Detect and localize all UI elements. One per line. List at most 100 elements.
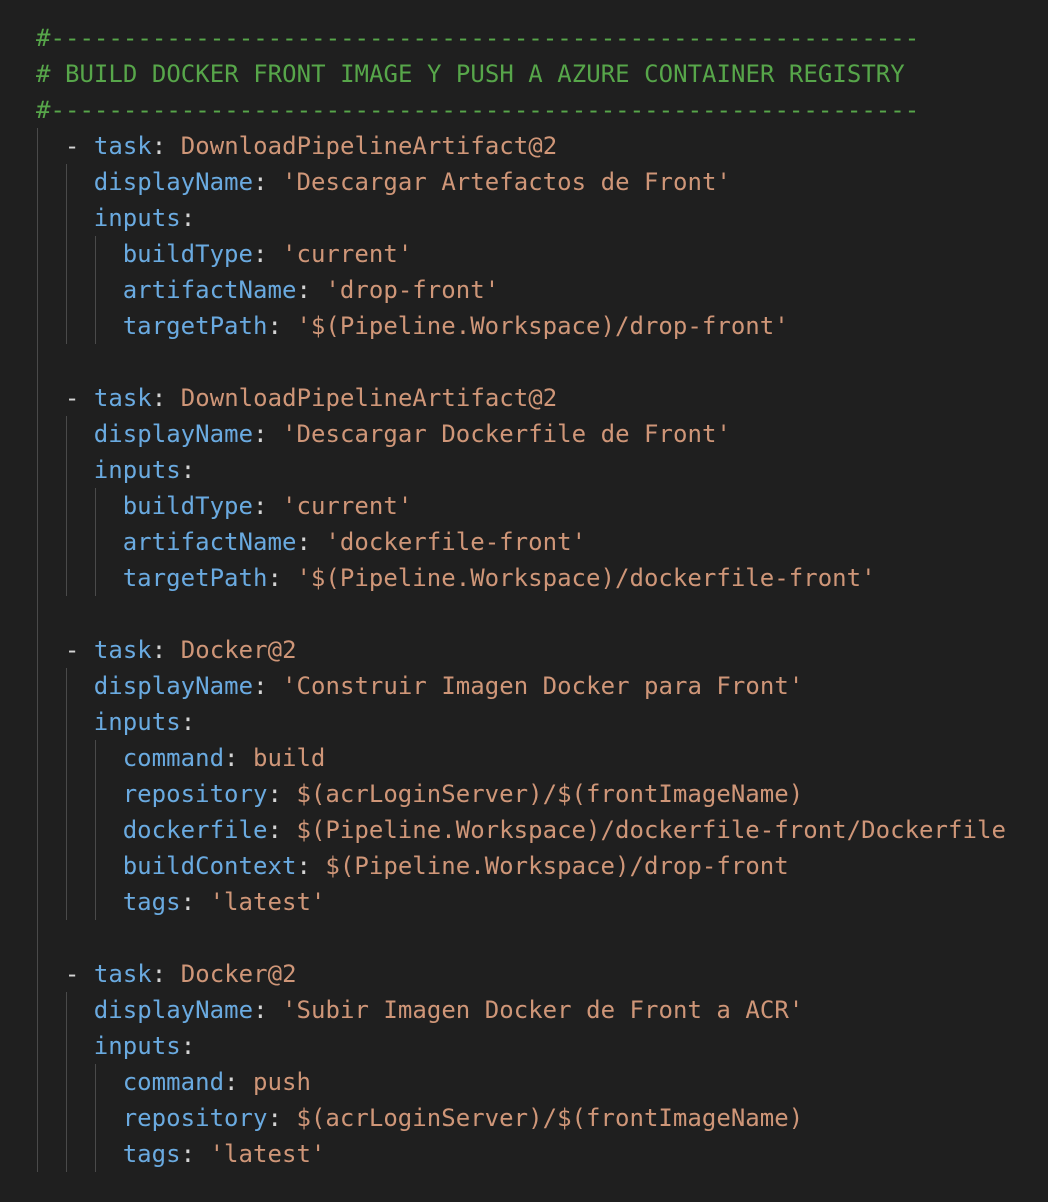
code-token-pun: :	[180, 1140, 210, 1168]
code-token-str: push	[253, 1068, 311, 1096]
code-token-pun: :	[267, 564, 297, 592]
code-token-str: 'Construir Imagen Docker para Front'	[282, 672, 804, 700]
code-token-pun: :	[180, 888, 210, 916]
code-token-pun: :	[151, 960, 181, 988]
code-token-key: task	[93, 132, 152, 160]
code-token-key: tags	[122, 1140, 181, 1168]
code-line[interactable]: targetPath: '$(Pipeline.Workspace)/drop-…	[123, 308, 789, 344]
indent-guide	[94, 236, 96, 344]
code-token-pun: :	[267, 312, 297, 340]
indent-guide	[37, 128, 38, 1172]
code-token-key: tags	[122, 888, 181, 916]
code-token-pun: :	[151, 636, 181, 664]
code-token-key: buildContext	[122, 852, 297, 880]
code-line[interactable]: - task: Docker@2	[65, 956, 297, 992]
code-line[interactable]: - task: DownloadPipelineArtifact@2	[65, 128, 557, 164]
code-token-pun: :	[180, 204, 196, 232]
code-line[interactable]: dockerfile: $(Pipeline.Workspace)/docker…	[123, 812, 1006, 848]
code-token-key: displayName	[93, 672, 254, 700]
code-token-str: Docker@2	[180, 636, 297, 664]
code-token-pun: :	[267, 816, 297, 844]
code-line[interactable]: inputs:	[94, 452, 195, 488]
code-line[interactable]: #---------------------------------------…	[36, 92, 919, 128]
code-line[interactable]: displayName: 'Descargar Dockerfile de Fr…	[94, 416, 731, 452]
indent-guide	[94, 740, 96, 920]
code-token-cmt: # BUILD DOCKER FRONT IMAGE Y PUSH A AZUR…	[36, 60, 905, 88]
code-token-key: displayName	[93, 168, 254, 196]
code-token-str: Docker@2	[180, 960, 297, 988]
code-line[interactable]: displayName: 'Subir Imagen Docker de Fro…	[94, 992, 804, 1028]
code-token-pun: :	[253, 420, 283, 448]
code-token-str: $(acrLoginServer)/$(frontImageName)	[296, 1104, 804, 1132]
code-token-key: repository	[122, 780, 268, 808]
code-token-str: 'latest'	[209, 1140, 326, 1168]
code-line[interactable]: displayName: 'Construir Imagen Docker pa…	[94, 668, 804, 704]
code-line[interactable]: command: push	[123, 1064, 311, 1100]
code-token-pun: -	[64, 132, 94, 160]
code-token-pun: :	[151, 132, 181, 160]
indent-guide	[65, 668, 67, 920]
code-line[interactable]: - task: Docker@2	[65, 632, 297, 668]
code-token-key: artifactName	[122, 276, 297, 304]
code-token-pun: :	[180, 1032, 196, 1060]
code-token-key: task	[93, 960, 152, 988]
code-line[interactable]: inputs:	[94, 704, 195, 740]
code-token-str: 'Descargar Artefactos de Front'	[282, 168, 731, 196]
code-token-str: 'current'	[281, 240, 413, 268]
code-line[interactable]: - task: DownloadPipelineArtifact@2	[65, 380, 557, 416]
code-line[interactable]: inputs:	[94, 200, 195, 236]
code-line[interactable]: artifactName: 'dockerfile-front'	[123, 524, 586, 560]
code-token-key: targetPath	[122, 312, 268, 340]
code-line[interactable]: tags: 'latest'	[123, 1136, 326, 1172]
indent-guide	[65, 992, 67, 1172]
code-token-key: inputs	[93, 708, 181, 736]
code-token-key: command	[122, 1068, 225, 1096]
code-token-key: displayName	[93, 996, 254, 1024]
code-line[interactable]: repository: $(acrLoginServer)/$(frontIma…	[123, 776, 804, 812]
code-line[interactable]: displayName: 'Descargar Artefactos de Fr…	[94, 164, 731, 200]
code-line[interactable]: #---------------------------------------…	[36, 20, 919, 56]
code-token-pun: :	[253, 168, 283, 196]
indent-guide	[65, 416, 67, 596]
code-token-str: 'dockerfile-front'	[325, 528, 587, 556]
code-token-key: task	[93, 384, 152, 412]
code-line[interactable]: command: build	[123, 740, 326, 776]
code-token-str: '$(Pipeline.Workspace)/drop-front'	[296, 312, 789, 340]
code-token-str: 'Descargar Dockerfile de Front'	[282, 420, 731, 448]
code-line[interactable]: # BUILD DOCKER FRONT IMAGE Y PUSH A AZUR…	[36, 56, 905, 92]
code-token-cmt: #---------------------------------------…	[36, 24, 920, 52]
code-token-pun: :	[180, 456, 196, 484]
code-token-pun: :	[296, 528, 326, 556]
code-token-cmt: #---------------------------------------…	[36, 96, 920, 124]
code-token-str: $(acrLoginServer)/$(frontImageName)	[296, 780, 804, 808]
code-token-str: 'Subir Imagen Docker de Front a ACR'	[282, 996, 804, 1024]
code-token-pun: :	[253, 996, 283, 1024]
code-token-str: DownloadPipelineArtifact@2	[180, 384, 558, 412]
code-token-pun: :	[180, 708, 196, 736]
code-line[interactable]: buildType: 'current'	[123, 236, 413, 272]
code-token-key: displayName	[93, 420, 254, 448]
code-editor[interactable]: #---------------------------------------…	[0, 0, 1048, 1202]
code-token-str: '$(Pipeline.Workspace)/dockerfile-front'	[296, 564, 876, 592]
code-line[interactable]: artifactName: 'drop-front'	[123, 272, 500, 308]
indent-guide	[94, 1064, 96, 1172]
code-line[interactable]: buildType: 'current'	[123, 488, 413, 524]
code-token-key: artifactName	[122, 528, 297, 556]
code-token-key: inputs	[93, 456, 181, 484]
code-token-str: 'current'	[281, 492, 413, 520]
code-token-key: inputs	[93, 1032, 181, 1060]
code-line[interactable]: repository: $(acrLoginServer)/$(frontIma…	[123, 1100, 804, 1136]
code-token-pun: :	[224, 744, 254, 772]
code-token-str: $(Pipeline.Workspace)/dockerfile-front/D…	[296, 816, 1006, 844]
code-token-pun: :	[253, 672, 283, 700]
code-token-str: DownloadPipelineArtifact@2	[180, 132, 558, 160]
code-token-str: 'latest'	[209, 888, 326, 916]
indent-guide	[65, 164, 67, 344]
code-token-pun: :	[224, 1068, 254, 1096]
code-line[interactable]: inputs:	[94, 1028, 195, 1064]
code-token-pun: -	[64, 960, 94, 988]
code-line[interactable]: tags: 'latest'	[123, 884, 326, 920]
code-line[interactable]: targetPath: '$(Pipeline.Workspace)/docke…	[123, 560, 876, 596]
code-token-pun: -	[64, 384, 94, 412]
code-line[interactable]: buildContext: $(Pipeline.Workspace)/drop…	[123, 848, 789, 884]
